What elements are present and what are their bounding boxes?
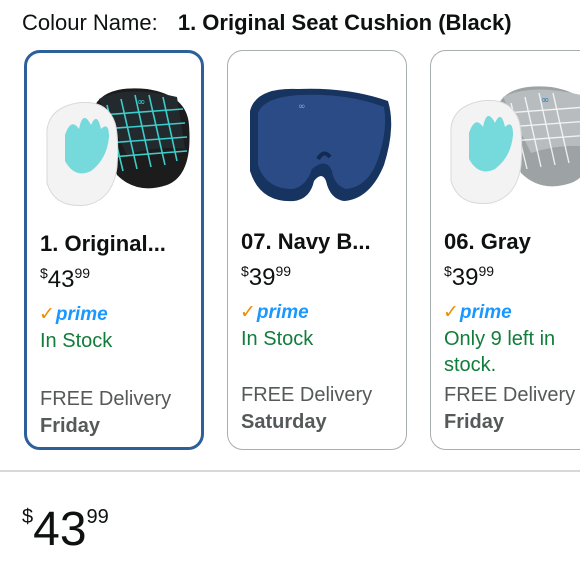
prime-check-icon: ✓ bbox=[39, 304, 55, 325]
prime-badge: ✓prime bbox=[443, 302, 512, 323]
swatch-card-navy-blue[interactable]: ∞ 07. Navy B... $3999 ✓prime In Stock FR… bbox=[227, 50, 407, 450]
stock-status: In Stock bbox=[40, 330, 113, 352]
delivery-day: Friday bbox=[40, 415, 101, 437]
swatch-price: $3999 bbox=[444, 263, 495, 291]
cushion-image: ∞ bbox=[37, 75, 197, 215]
svg-text:∞: ∞ bbox=[298, 102, 306, 112]
section-divider bbox=[0, 470, 580, 472]
prime-check-icon: ✓ bbox=[443, 302, 459, 323]
selected-price: $4399 bbox=[22, 503, 109, 556]
delivery-day: Friday bbox=[444, 411, 505, 433]
stock-status: Only 9 left in stock. bbox=[444, 328, 556, 376]
delivery-label: FREE Delivery bbox=[444, 384, 576, 406]
svg-text:∞: ∞ bbox=[541, 95, 549, 106]
cushion-image: ∞ bbox=[238, 73, 398, 213]
colour-name-value: 1. Original Seat Cushion (Black) bbox=[177, 10, 512, 35]
swatch-title: 1. Original... bbox=[40, 231, 166, 256]
swatch-price: $4399 bbox=[40, 265, 91, 293]
prime-badge: ✓prime bbox=[39, 304, 108, 325]
swatch-title: 06. Gray bbox=[444, 229, 531, 254]
swatch-card-gray[interactable]: ∞ 06. Gray $3999 ✓prime Only 9 left in s… bbox=[430, 50, 580, 450]
delivery-label: FREE Delivery bbox=[241, 384, 373, 406]
swatch-title: 07. Navy B... bbox=[241, 229, 371, 254]
svg-text:∞: ∞ bbox=[137, 97, 145, 108]
swatch-card-original-black[interactable]: ∞ 1. Original... $4399 ✓prime In Stock F… bbox=[24, 50, 204, 450]
prime-check-icon: ✓ bbox=[240, 302, 256, 323]
colour-swatch-carousel[interactable]: ∞ 1. Original... $4399 ✓prime In Stock F… bbox=[0, 50, 580, 454]
prime-badge: ✓prime bbox=[240, 302, 309, 323]
colour-name-row: Colour Name: 1. Original Seat Cushion (B… bbox=[22, 10, 512, 36]
colour-name-label: Colour Name: bbox=[22, 10, 158, 35]
delivery-label: FREE Delivery bbox=[40, 388, 172, 410]
stock-status: In Stock bbox=[241, 328, 314, 350]
cushion-image: ∞ bbox=[441, 73, 580, 213]
swatch-price: $3999 bbox=[241, 263, 292, 291]
delivery-day: Saturday bbox=[241, 411, 327, 433]
